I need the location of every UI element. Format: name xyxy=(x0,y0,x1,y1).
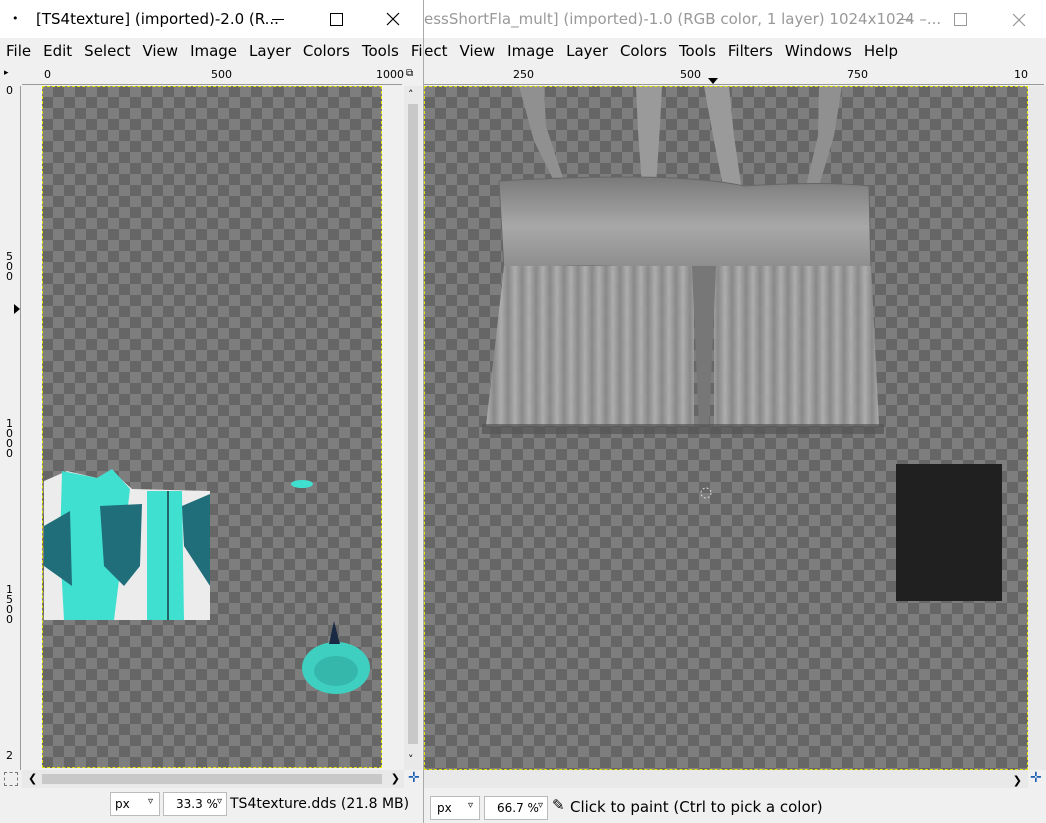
menu-layer[interactable]: Layer xyxy=(243,38,297,60)
left-menubar: File Edit Select View Image Layer Colors Tools F… xyxy=(2,38,423,66)
menu-windows[interactable]: Windows xyxy=(779,38,858,60)
menu-tools[interactable]: Tools xyxy=(356,38,405,60)
left-maximize-button[interactable] xyxy=(313,0,359,38)
menu-select[interactable]: lect xyxy=(420,38,454,60)
ruler-label-500: 500 xyxy=(211,68,232,81)
right-close-button[interactable] xyxy=(996,0,1042,38)
left-hscroll-thumb[interactable] xyxy=(42,774,382,784)
menu-select[interactable]: Select xyxy=(78,38,136,60)
scroll-left-icon[interactable]: ❮ xyxy=(28,772,37,785)
file-info: TS4texture.dds (21.8 MB) xyxy=(230,796,410,812)
minimize-icon xyxy=(899,19,911,20)
menu-help[interactable]: Help xyxy=(858,38,904,60)
scroll-down-icon[interactable]: ˅ xyxy=(408,753,414,766)
right-titlebar[interactable]: essShortFla_mult] (imported)-1.0 (RGB co… xyxy=(396,0,1046,38)
left-image-window: • [TS4texture] (imported)-2.0 (R... File… xyxy=(0,0,424,823)
right-vertical-scrollbar[interactable] xyxy=(1028,86,1046,770)
ruler-pointer-icon xyxy=(14,304,20,314)
left-image-canvas[interactable] xyxy=(42,86,382,768)
right-maximize-button[interactable] xyxy=(937,0,983,38)
left-horizontal-scrollbar[interactable]: ❮ ❯ xyxy=(22,770,404,788)
chevron-down-icon: ▿ xyxy=(467,800,473,811)
paintbrush-icon: ✎ xyxy=(552,796,565,814)
menu-view[interactable]: View xyxy=(136,38,184,60)
left-vertical-ruler[interactable]: 0 5 0 0 1 0 0 0 1 5 0 0 2 xyxy=(2,84,21,770)
right-horizontal-ruler[interactable]: 250 500 750 10 xyxy=(424,68,1044,85)
status-message: Click to paint (Ctrl to pick a color) xyxy=(570,798,823,816)
ruler-corner-button[interactable]: ▸ xyxy=(4,68,18,82)
menu-image[interactable]: Image xyxy=(184,38,243,60)
chevron-down-icon: ▿ xyxy=(216,796,222,807)
quick-mask-button[interactable] xyxy=(4,772,18,786)
menu-colors[interactable]: Colors xyxy=(297,38,356,60)
ruler-label-1000: 1000 xyxy=(376,68,404,81)
menu-layer[interactable]: Layer xyxy=(560,38,614,60)
left-navigate-top-button[interactable]: ⧉ xyxy=(406,68,422,84)
left-close-button[interactable] xyxy=(370,0,416,38)
right-statusbar: px ▿ 66.7 % ▿ ✎ Click to paint (Ctrl to … xyxy=(396,790,1046,823)
close-icon xyxy=(1012,13,1026,27)
vruler-label-1500: 1 5 0 0 xyxy=(6,583,13,626)
right-horizontal-scrollbar[interactable]: ❯ xyxy=(424,770,1028,788)
ruler-label-250: 250 xyxy=(513,68,534,81)
right-image-canvas[interactable] xyxy=(424,86,1028,770)
right-window-title: essShortFla_mult] (imported)-1.0 (RGB co… xyxy=(424,10,942,28)
dress-texture xyxy=(482,86,1002,601)
menu-tools[interactable]: Tools xyxy=(673,38,722,60)
app-icon: • xyxy=(12,12,19,25)
navigate-icon: ✛ xyxy=(1030,770,1042,786)
left-minimize-button[interactable] xyxy=(255,0,301,38)
chevron-down-icon: ▿ xyxy=(537,800,543,811)
ts4-texture xyxy=(44,469,370,694)
left-zoom-select[interactable]: 33.3 % ▿ xyxy=(163,792,227,816)
left-titlebar[interactable]: • [TS4texture] (imported)-2.0 (R... xyxy=(0,0,423,38)
vruler-label-500: 5 0 0 xyxy=(6,250,13,283)
scroll-right-icon[interactable]: ❯ xyxy=(391,772,400,785)
right-unit-select[interactable]: px ▿ xyxy=(430,796,480,820)
left-statusbar: px ▿ 33.3 % ▿ TS4texture.dds (21.8 MB) xyxy=(0,790,423,823)
menu-image[interactable]: Image xyxy=(501,38,560,60)
maximize-icon xyxy=(954,13,967,26)
menu-view[interactable]: View xyxy=(454,38,502,60)
ruler-pointer-icon xyxy=(708,78,718,84)
left-unit-select[interactable]: px ▿ xyxy=(110,792,160,816)
navigate-button[interactable]: ✛ xyxy=(406,770,423,788)
right-minimize-button[interactable] xyxy=(883,0,929,38)
vruler-label-2000: 2 xyxy=(6,749,13,762)
ruler-label-0: 0 xyxy=(44,68,51,81)
scroll-up-icon[interactable]: ˄ xyxy=(408,88,414,101)
ruler-label-750: 750 xyxy=(847,68,868,81)
minimize-icon xyxy=(272,19,284,20)
navigate-icon: ✛ xyxy=(408,770,420,786)
left-window-title: [TS4texture] (imported)-2.0 (R... xyxy=(36,10,279,28)
vruler-label-1000: 1 0 0 0 xyxy=(6,417,13,460)
ruler-label-500: 500 xyxy=(680,68,701,81)
menu-filters[interactable]: Filters xyxy=(722,38,779,60)
right-zoom-select[interactable]: 66.7 % ▿ xyxy=(484,796,548,820)
menu-edit[interactable]: Edit xyxy=(37,38,78,60)
vruler-label-0: 0 xyxy=(6,84,13,97)
right-menubar: lect View Image Layer Colors Tools Filters Wind… xyxy=(420,38,1046,66)
ruler-label-1000: 10 xyxy=(1014,68,1028,81)
close-icon xyxy=(386,12,400,26)
maximize-icon xyxy=(330,13,343,26)
right-image-window: essShortFla_mult] (imported)-1.0 (RGB co… xyxy=(396,0,1046,823)
navigate-button[interactable]: ✛ xyxy=(1028,770,1046,788)
scroll-right-icon[interactable]: ❯ xyxy=(1013,774,1022,787)
left-vertical-scrollbar[interactable]: ˄ ˅ xyxy=(404,86,422,770)
left-vscroll-thumb[interactable] xyxy=(408,104,418,744)
menu-filters[interactable]: Filte xyxy=(405,38,423,60)
left-horizontal-ruler[interactable]: 0 500 1000 xyxy=(22,68,404,85)
chevron-down-icon: ▿ xyxy=(147,796,153,807)
menu-colors[interactable]: Colors xyxy=(614,38,673,60)
menu-file[interactable]: File xyxy=(2,38,37,60)
brush-cursor xyxy=(700,487,712,499)
